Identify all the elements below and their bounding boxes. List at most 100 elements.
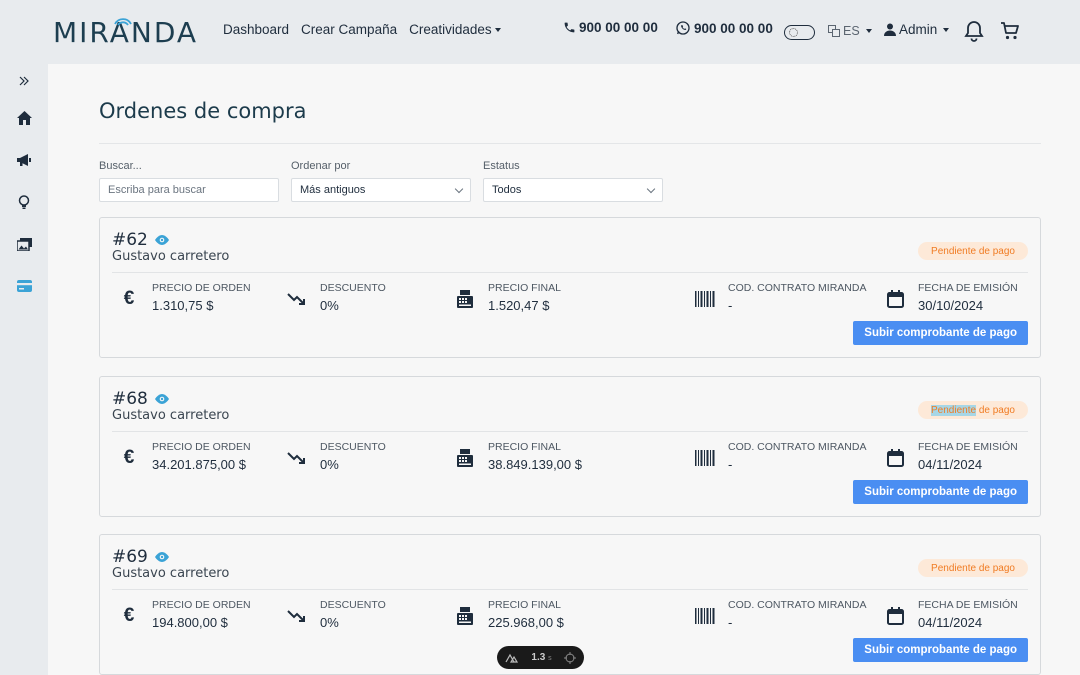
cash-register-icon <box>452 445 478 471</box>
eye-icon[interactable] <box>154 551 170 563</box>
page-title: Ordenes de compra <box>99 99 307 123</box>
contract-code: - <box>728 457 733 472</box>
translate-icon <box>828 25 840 37</box>
discount-field: DESCUENTO 0% <box>284 282 386 313</box>
divider <box>112 589 1028 590</box>
nav-creatividades-dropdown[interactable]: Creatividades <box>409 22 501 37</box>
images-icon[interactable] <box>15 235 33 253</box>
expand-sidebar-icon[interactable] <box>15 72 33 90</box>
trending-down-icon <box>284 286 310 312</box>
upload-receipt-button[interactable]: Subir comprobante de pago <box>853 638 1028 662</box>
discount: 0% <box>320 298 339 313</box>
home-icon[interactable] <box>15 109 33 127</box>
contract-field: COD. CONTRATO MIRANDA - <box>692 441 866 472</box>
discount-field: DESCUENTO 0% <box>284 441 386 472</box>
eye-icon[interactable] <box>154 234 170 246</box>
order-price-field: € PRECIO DE ORDEN 194.800,00 $ <box>116 599 251 630</box>
final-price-field: PRECIO FINAL 1.520,47 $ <box>452 282 561 313</box>
euro-icon: € <box>123 288 135 309</box>
nav-crear-campana[interactable]: Crear Campaña <box>301 22 397 37</box>
order-id: #62 <box>112 230 170 250</box>
sun-icon <box>789 28 798 37</box>
user-menu[interactable]: Admin <box>884 22 949 37</box>
order-price-field: € PRECIO DE ORDEN 34.201.875,00 $ <box>116 441 251 472</box>
language-code: ES <box>843 24 860 38</box>
order-card: #68 Gustavo carretero Pendiente de pago … <box>99 376 1041 517</box>
search-label: Buscar... <box>99 160 142 172</box>
final-price-field: PRECIO FINAL 225.968,00 $ <box>452 599 564 630</box>
search-box <box>99 178 279 202</box>
trending-down-icon <box>284 445 310 471</box>
main-content: Ordenes de compra Buscar... Ordenar por … <box>48 64 1080 675</box>
chevron-down-icon <box>646 184 656 193</box>
miranda-logo[interactable]: MIRANDA <box>53 14 198 50</box>
timing-value: 1.3 <box>531 652 546 663</box>
order-price: 194.800,00 $ <box>152 615 228 630</box>
search-filter: Buscar... <box>99 160 279 202</box>
sort-select[interactable]: Más antiguos <box>291 178 471 202</box>
user-name: Admin <box>899 22 938 37</box>
client-name: Gustavo carretero <box>112 566 230 581</box>
barcode-icon <box>692 603 718 629</box>
discount: 0% <box>320 457 339 472</box>
bell-icon[interactable] <box>964 20 984 42</box>
framework-logo-icon <box>505 653 519 663</box>
phone-icon <box>564 22 575 33</box>
eye-icon[interactable] <box>154 393 170 405</box>
date-field: FECHA DE EMISIÓN 04/11/2024 <box>882 599 1018 630</box>
phone-contact[interactable]: 900 00 00 00 <box>563 20 658 35</box>
status-badge: Pendiente de pago <box>918 559 1028 577</box>
date-field: FECHA DE EMISIÓN 30/10/2024 <box>882 282 1018 313</box>
upload-receipt-button[interactable]: Subir comprobante de pago <box>853 321 1028 345</box>
divider <box>112 431 1028 432</box>
order-price-field: € PRECIO DE ORDEN 1.310,75 $ <box>116 282 251 313</box>
nav-dashboard[interactable]: Dashboard <box>223 22 289 37</box>
lightbulb-icon[interactable] <box>15 193 33 211</box>
calendar-icon <box>882 286 908 312</box>
whatsapp-number: 900 00 00 00 <box>694 20 773 36</box>
signal-waves-icon <box>114 18 132 26</box>
order-id: #69 <box>112 547 170 567</box>
devtools-pill[interactable]: 1.3 s <box>497 646 584 669</box>
contract-code: - <box>728 615 733 630</box>
divider <box>112 272 1028 273</box>
client-name: Gustavo carretero <box>112 249 230 264</box>
divider <box>99 143 1041 144</box>
sort-filter: Ordenar por Más antiguos <box>291 160 471 202</box>
upload-receipt-button[interactable]: Subir comprobante de pago <box>853 480 1028 504</box>
megaphone-icon[interactable] <box>15 151 33 169</box>
final-price: 225.968,00 $ <box>488 615 564 630</box>
whatsapp-contact[interactable]: 900 00 00 00 <box>675 20 773 36</box>
target-icon <box>564 651 576 664</box>
main-nav: Dashboard Crear Campaña Creatividades <box>223 22 501 37</box>
euro-icon: € <box>123 447 135 468</box>
top-navbar: MIRANDA Dashboard Crear Campaña Creativi… <box>0 0 1080 64</box>
status-value: Todos <box>492 184 522 196</box>
chevron-down-icon <box>454 184 464 193</box>
order-price: 34.201.875,00 $ <box>152 457 246 472</box>
discount: 0% <box>320 615 339 630</box>
user-icon <box>884 23 896 36</box>
status-badge: Pendiente de pago <box>918 242 1028 260</box>
issue-date: 04/11/2024 <box>918 457 983 472</box>
theme-toggle[interactable] <box>784 25 815 40</box>
cart-icon[interactable] <box>1000 21 1020 41</box>
calendar-icon <box>882 445 908 471</box>
language-selector[interactable]: ES <box>828 24 872 38</box>
status-select[interactable]: Todos <box>483 178 663 202</box>
status-label: Estatus <box>483 160 520 172</box>
cash-register-icon <box>452 603 478 629</box>
final-price: 1.520,47 $ <box>488 298 550 313</box>
final-price: 38.849.139,00 $ <box>488 457 582 472</box>
contract-code: - <box>728 298 733 313</box>
search-input[interactable] <box>108 184 270 196</box>
status-filter: Estatus Todos <box>483 160 663 202</box>
credit-card-icon[interactable] <box>15 277 33 295</box>
status-badge: Pendiente de pago <box>918 401 1028 419</box>
client-name: Gustavo carretero <box>112 408 230 423</box>
date-field: FECHA DE EMISIÓN 04/11/2024 <box>882 441 1018 472</box>
contract-field: COD. CONTRATO MIRANDA - <box>692 282 866 313</box>
cash-register-icon <box>452 286 478 312</box>
order-card: #62 Gustavo carretero Pendiente de pago … <box>99 217 1041 358</box>
order-price: 1.310,75 $ <box>152 298 214 313</box>
